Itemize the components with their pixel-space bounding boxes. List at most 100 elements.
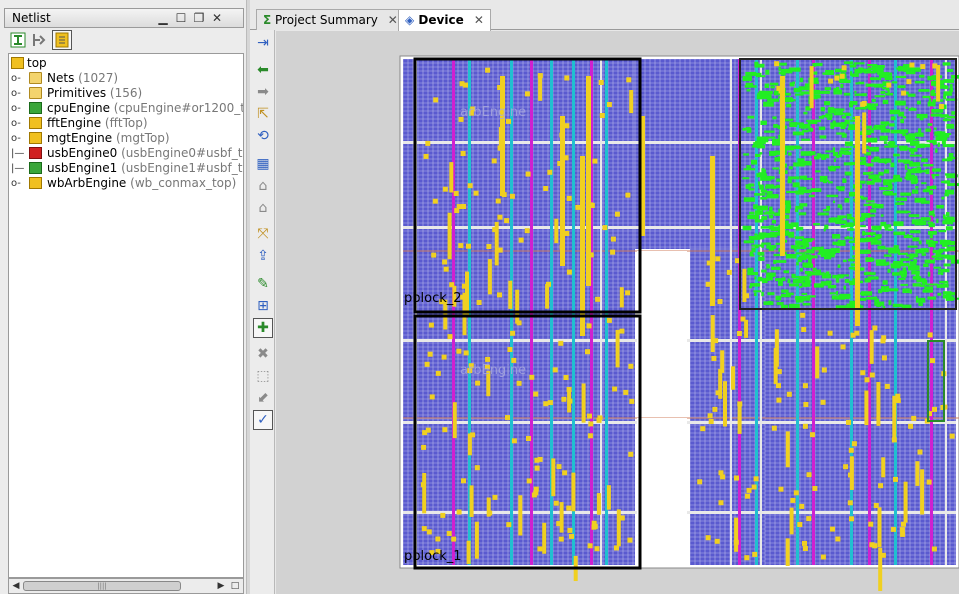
forward-arrow-button[interactable]: ➡ (253, 82, 273, 102)
tab-project-summary[interactable]: Σ Project Summary ✕ (256, 9, 405, 30)
show-hierarchy-button[interactable] (52, 30, 72, 50)
placed-cell (547, 400, 553, 406)
fabric-region (690, 249, 765, 565)
placed-cell (581, 383, 586, 423)
tab-device[interactable]: ◈ Device ✕ (398, 9, 491, 31)
routed-net (883, 254, 892, 257)
placed-cell (868, 521, 874, 527)
expand-node-icon[interactable]: o- (11, 101, 21, 116)
fit-view-button[interactable]: ⤧ (253, 224, 273, 244)
placed-cell (485, 356, 491, 362)
expand-node-icon[interactable]: o- (11, 86, 21, 101)
tree-item[interactable]: o- Primitives (156) (9, 86, 243, 101)
horizontal-scrollbar[interactable]: ◀ |||| ▶ □ (8, 578, 244, 594)
netlist-panel: Netlist ▁ ☐ ❐ ✕ top o- Nets (1027) o- Primit… (0, 0, 246, 594)
routed-net (870, 240, 882, 245)
netlist-tree[interactable]: top o- Nets (1027) o- Primitives (156) o-cpuE… (8, 53, 244, 578)
netlist-toolbar (4, 28, 244, 52)
expand-node-icon[interactable]: o- (11, 71, 21, 86)
expand-node-icon[interactable]: o- (11, 131, 21, 146)
expand-icon (33, 34, 46, 46)
placed-cell (534, 465, 540, 471)
routed-net (787, 179, 792, 184)
house-button[interactable]: ⌂ (253, 176, 273, 196)
tree-item-detail: (1027) (74, 71, 119, 85)
placed-cell (422, 473, 427, 514)
routed-net (778, 281, 783, 286)
expand-button[interactable] (30, 30, 50, 50)
routed-net (757, 278, 770, 281)
unroute-button[interactable]: ⬋ (253, 388, 273, 408)
routed-net (884, 145, 896, 148)
tree-item[interactable]: o-cpuEngine (cpuEngine#or1200_to (9, 101, 243, 116)
select-tool-button[interactable]: ⇱ (253, 104, 273, 124)
move-up-button[interactable]: ⇪ (253, 246, 273, 266)
maximize-icon[interactable]: ☐ (173, 10, 189, 26)
minimize-icon[interactable]: ▁ (155, 10, 171, 26)
rotate-button[interactable]: ⟲ (253, 126, 273, 146)
back-arrow-button[interactable]: ⬅ (253, 60, 273, 80)
routed-net (747, 269, 751, 272)
close-tab-icon[interactable]: ✕ (474, 13, 484, 27)
sigma-icon: Σ (263, 13, 272, 27)
routed-net (851, 73, 859, 77)
placed-cell (744, 555, 750, 561)
routed-net (855, 82, 858, 85)
close-icon[interactable]: ✕ (209, 10, 225, 26)
routed-net (902, 288, 910, 294)
placed-cell (864, 390, 869, 426)
restore-icon[interactable]: ❐ (191, 10, 207, 26)
tree-item[interactable]: o-mgtEngine (mgtTop) (9, 131, 243, 146)
pin-button[interactable]: ✖ (253, 344, 273, 364)
select-area-button[interactable]: ⇥ (253, 33, 273, 53)
place-button[interactable]: ⊞ (253, 296, 273, 316)
placed-cell (587, 413, 592, 419)
placed-cell (553, 500, 559, 506)
routed-net (874, 235, 881, 240)
device-view[interactable]: pblock_2 arbEngine pblock_1 arbEngine (276, 31, 959, 594)
routed-net (832, 274, 844, 279)
routed-net (911, 270, 920, 275)
routed-net (916, 100, 921, 105)
expand-node-icon[interactable]: o- (11, 116, 21, 131)
routed-net (761, 243, 764, 248)
tree-item[interactable]: o-fftEngine (fftTop) (9, 116, 243, 131)
routed-net (747, 115, 755, 119)
tree-item[interactable]: top (9, 56, 243, 71)
routed-net (876, 262, 888, 266)
placed-cell (614, 211, 620, 217)
routed-net (860, 225, 866, 228)
placed-cell (711, 356, 717, 361)
tree-item[interactable]: o- Nets (1027) (9, 71, 243, 86)
unplace-button[interactable]: ⬚ (253, 366, 273, 386)
routed-net (935, 148, 938, 153)
add-pblock-button[interactable]: ▦ (253, 154, 273, 174)
routed-net (799, 255, 807, 261)
placed-cell (895, 393, 901, 399)
routed-net (898, 111, 905, 117)
placed-cell (606, 485, 611, 510)
scroll-thumb[interactable]: |||| (23, 581, 181, 591)
tree-item[interactable]: |— usbEngine0 (usbEngine0#usbf_top (9, 146, 243, 161)
scroll-right-icon[interactable]: ▶ (215, 580, 227, 592)
scroll-left-icon[interactable]: ◀ (10, 580, 22, 592)
tree-item[interactable]: o-wbArbEngine (wb_conmax_top) (9, 176, 243, 191)
routed-net (890, 141, 894, 144)
routed-net (842, 179, 847, 183)
show-routes-button[interactable]: ✓ (253, 410, 273, 430)
routed-net (833, 158, 836, 162)
routed-net (754, 65, 765, 68)
placed-cell (815, 346, 820, 379)
highlight-button[interactable]: ✚ (253, 318, 273, 338)
expand-node-icon[interactable]: o- (11, 176, 21, 191)
house-alt-button[interactable]: ⌂ (253, 198, 273, 218)
device-canvas[interactable]: pblock_2 arbEngine pblock_1 arbEngine (276, 31, 959, 594)
tree-item[interactable]: |— usbEngine1 (usbEngine1#usbf_top (9, 161, 243, 176)
close-tab-icon[interactable]: ✕ (388, 13, 398, 27)
placed-cell (446, 531, 452, 536)
routed-net (865, 163, 868, 167)
collapse-all-button[interactable] (8, 30, 28, 50)
route-button[interactable]: ✎ (253, 274, 273, 294)
placed-cell (592, 158, 598, 164)
placed-cell (705, 535, 711, 541)
